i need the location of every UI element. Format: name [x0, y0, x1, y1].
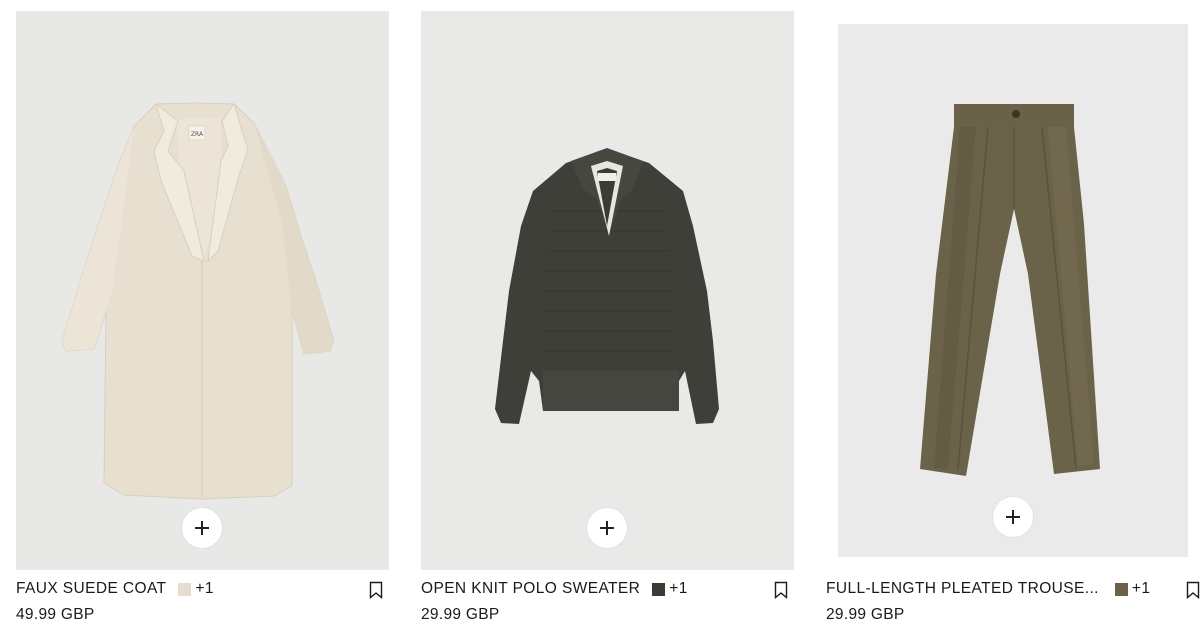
product-info-row: OPEN KNIT POLO SWEATER +1: [421, 578, 794, 600]
svg-text:ZRA: ZRA: [191, 131, 204, 138]
product-name[interactable]: FULL-LENGTH PLEATED TROUSE...: [826, 580, 1099, 598]
product-name[interactable]: FAUX SUEDE COAT: [16, 580, 166, 598]
add-to-cart-button[interactable]: [993, 497, 1033, 537]
plus-icon: [1006, 510, 1020, 524]
product-card[interactable]: FULL-LENGTH PLEATED TROUSE... +1 29.99 G…: [826, 0, 1200, 637]
trousers-image: [838, 24, 1188, 557]
product-image[interactable]: ZRA: [16, 11, 389, 570]
product-grid: ZRA FAUX SUEDE COAT +1 49.99 GBP OPEN KN…: [0, 0, 1200, 637]
bookmark-icon[interactable]: [774, 581, 788, 599]
extra-colors-count: +1: [669, 580, 688, 597]
product-image[interactable]: [838, 24, 1188, 557]
product-price: 49.99 GBP: [16, 606, 95, 623]
color-swatch[interactable]: [178, 582, 192, 596]
add-to-cart-button[interactable]: [182, 508, 222, 548]
coat-image: ZRA: [16, 11, 389, 570]
color-swatch[interactable]: [1114, 582, 1128, 596]
product-name[interactable]: OPEN KNIT POLO SWEATER: [421, 580, 640, 598]
color-swatch[interactable]: [652, 582, 666, 596]
bookmark-icon[interactable]: [1186, 581, 1200, 599]
extra-colors-count: +1: [1131, 580, 1151, 597]
product-info-row: FULL-LENGTH PLEATED TROUSE... +1: [826, 578, 1200, 600]
product-info-row: FAUX SUEDE COAT +1: [16, 578, 389, 600]
product-card[interactable]: ZRA FAUX SUEDE COAT +1 49.99 GBP: [16, 0, 389, 637]
product-price: 29.99 GBP: [826, 606, 905, 623]
plus-icon: [195, 521, 209, 535]
extra-colors-count: +1: [195, 580, 214, 597]
product-card[interactable]: OPEN KNIT POLO SWEATER +1 29.99 GBP: [421, 0, 794, 637]
bookmark-icon[interactable]: [369, 581, 383, 599]
product-image[interactable]: [421, 11, 794, 570]
plus-icon: [600, 521, 614, 535]
add-to-cart-button[interactable]: [587, 508, 627, 548]
product-price: 29.99 GBP: [421, 606, 500, 623]
sweater-image: [421, 11, 794, 570]
